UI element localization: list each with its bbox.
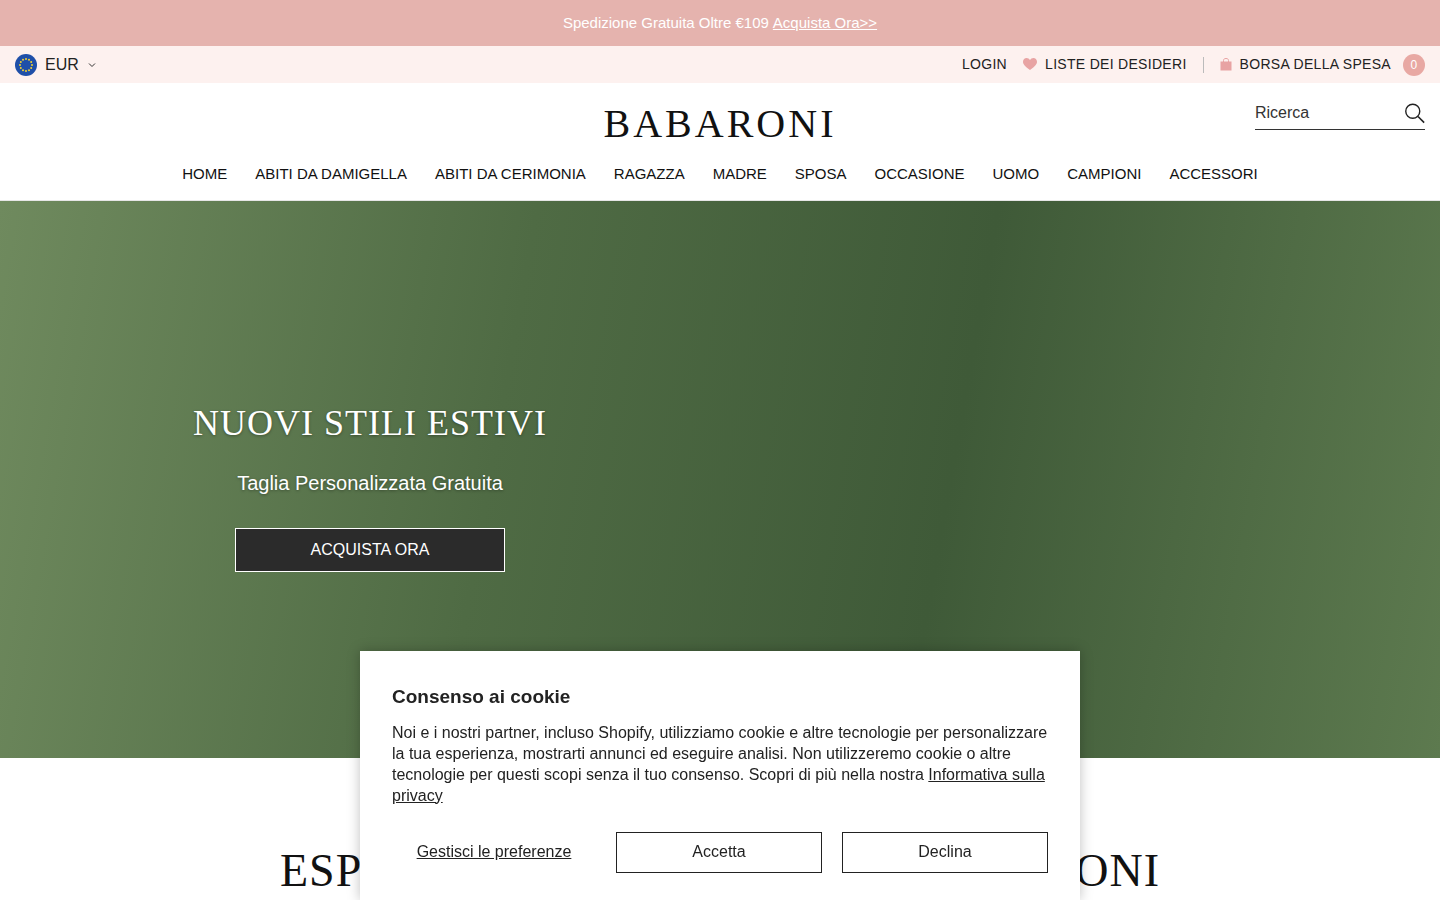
hero-title: NUOVI STILI ESTIVI bbox=[193, 396, 547, 450]
wishlist-link[interactable]: LISTE DEI DESIDERI bbox=[1023, 54, 1187, 75]
nav-item[interactable]: ACCESSORI bbox=[1169, 163, 1257, 186]
heart-icon bbox=[1023, 58, 1037, 71]
heading-start: ESP bbox=[280, 836, 362, 900]
hero-content: NUOVI STILI ESTIVI Taglia Personalizzata… bbox=[0, 201, 740, 572]
accept-button[interactable]: Accetta bbox=[616, 832, 822, 873]
logo[interactable]: BABARONI bbox=[604, 104, 837, 144]
currency-selector[interactable]: EUR bbox=[15, 53, 97, 77]
search-box bbox=[1255, 97, 1425, 130]
cart-count-badge: 0 bbox=[1403, 54, 1425, 76]
cart-label[interactable]: BORSA DELLA SPESA bbox=[1240, 54, 1391, 75]
heading-end: ONI bbox=[1075, 836, 1160, 900]
nav-item[interactable]: MADRE bbox=[713, 163, 767, 186]
promo-bar: Spedizione Gratuita Oltre €109 Acquista … bbox=[0, 0, 1440, 46]
eu-flag-icon bbox=[15, 54, 37, 76]
manage-preferences-button[interactable]: Gestisci le preferenze bbox=[392, 832, 596, 873]
account-links: LOGIN LISTE DEI DESIDERI BORSA DELLA SPE… bbox=[962, 54, 1425, 76]
nav-item[interactable]: RAGAZZA bbox=[614, 163, 685, 186]
shopping-bag-icon bbox=[1220, 58, 1232, 71]
promo-text: Spedizione Gratuita Oltre €109 bbox=[563, 12, 769, 35]
login-link[interactable]: LOGIN bbox=[962, 54, 1007, 75]
wishlist-label[interactable]: LISTE DEI DESIDERI bbox=[1045, 54, 1187, 75]
nav-item[interactable]: ABITI DA CERIMONIA bbox=[435, 163, 586, 186]
nav-item[interactable]: UOMO bbox=[993, 163, 1040, 186]
header: BABARONI bbox=[0, 83, 1440, 149]
separator bbox=[1203, 57, 1204, 73]
cookie-text: Noi e i nostri partner, incluso Shopify,… bbox=[392, 722, 1048, 806]
nav-item[interactable]: OCCASIONE bbox=[875, 163, 965, 186]
cookie-actions: Gestisci le preferenze Accetta Declina bbox=[392, 832, 1048, 873]
cookie-title: Consenso ai cookie bbox=[392, 683, 1048, 712]
nav-item[interactable]: ABITI DA DAMIGELLA bbox=[255, 163, 407, 186]
promo-link[interactable]: Acquista Ora>> bbox=[773, 12, 877, 35]
main-nav: HOME ABITI DA DAMIGELLA ABITI DA CERIMONIA… bbox=[0, 149, 1440, 201]
cookie-dialog: Consenso ai cookie Noi e i nostri partne… bbox=[360, 651, 1080, 900]
nav-item[interactable]: CAMPIONI bbox=[1067, 163, 1141, 186]
search-icon[interactable] bbox=[1404, 101, 1425, 125]
shop-now-button[interactable]: ACQUISTA ORA bbox=[235, 528, 505, 572]
currency-label[interactable]: EUR bbox=[45, 53, 79, 77]
decline-button[interactable]: Declina bbox=[842, 832, 1048, 873]
search-input[interactable] bbox=[1255, 97, 1404, 129]
cart-link[interactable]: BORSA DELLA SPESA 0 bbox=[1220, 54, 1425, 76]
utility-bar: EUR LOGIN LISTE DEI DESIDERI BORSA DELLA… bbox=[0, 46, 1440, 83]
chevron-down-icon bbox=[87, 60, 97, 70]
nav-item[interactable]: SPOSA bbox=[795, 163, 847, 186]
hero-subtitle: Taglia Personalizzata Gratuita bbox=[237, 468, 503, 498]
nav-item[interactable]: HOME bbox=[182, 163, 227, 186]
